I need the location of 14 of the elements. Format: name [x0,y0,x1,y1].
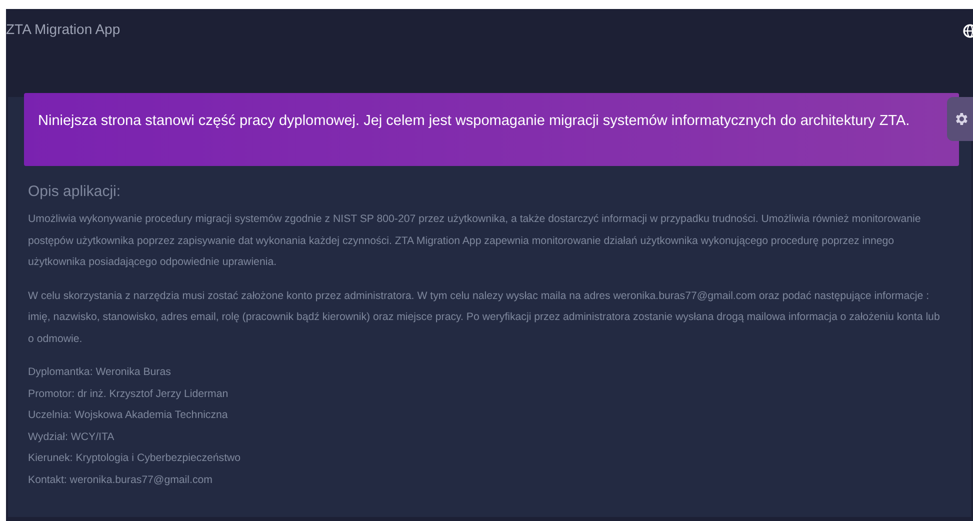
detail-line: Dyplomantka: Weronika Buras [28,365,172,380]
info-banner: Niniejsza strona stanowi część pracy dyplomowej. Jej celem jest wspomaganie migracji systemów informatycznych do architektury ZTA. [24,93,959,166]
app-title: ZTA Migration App [6,21,120,37]
globe-icon[interactable] [963,24,973,38]
settings-icon [953,111,969,127]
section-heading: Opis aplikacji: [28,183,122,200]
detail-line: Wydział: WCY/ITA [28,430,116,444]
detail-line: Promotor: dr inż. Krzysztof Jerzy Liderman [28,386,230,402]
settings-tab[interactable] [947,97,973,141]
description-paragraph: Umożliwia wykonywanie procedury migracji systemów zgodnie z NIST SP 800-207 przez użytkownika, a także dostarczyć informacji w przypadku trudności. Umożliwia również monitorowanie postępów użytkownika poprzez zapisywanie dat wykonania każdej czynności. ZTA Migration App zapewnia monitorowanie działań użytkownika wykonującego procedurę poprzez innego użytkownika posiadającego odpowiednie uprawienia. [28,212,922,270]
detail-line: Uczelnia: Wojskowa Akademia Techniczna [28,408,229,423]
detail-line: Kontakt: weronika.buras77@gmail.com [28,472,214,488]
description-paragraph: W celu skorzystania z narzędzia musi zostać założone konto przez administratora. W tym celu nalezy wysłac maila na adres weronika.buras77@gmail.com oraz podać następujące informacje : imię, nazwisko, stanowisko, adres email, rolę (pracownik bądź kierownik) oraz miejsce pracy. Po weryfikacji przez administratora zostanie wysłana drogą mailowa informacja o założeniu konta lub o odmowie. [28,288,941,346]
detail-line: Kierunek: Kryptologia i Cyberbezpieczeństwo [28,451,242,466]
